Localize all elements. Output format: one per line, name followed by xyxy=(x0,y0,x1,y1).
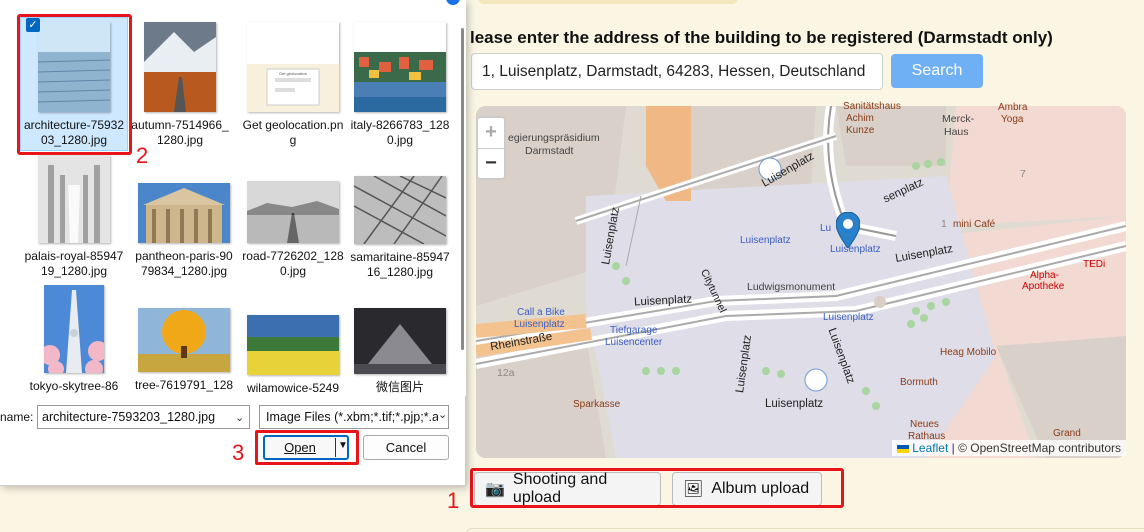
step-number: 3 xyxy=(232,440,245,465)
map-label: Achim xyxy=(846,113,874,124)
file-item[interactable]: tree-7619791_128 xyxy=(132,308,236,393)
file-name: Get geolocation.png xyxy=(242,118,344,147)
map-label: Apotheke xyxy=(1022,281,1065,292)
map-label: Luisenplatz xyxy=(823,312,874,323)
file-name: samaritaine-8594716_1280.jpg xyxy=(350,250,450,279)
map-label: Luisenplatz xyxy=(514,319,565,330)
file-item[interactable]: road-7726202_1280.jpg xyxy=(241,181,345,279)
file-item[interactable]: 微信图片 xyxy=(348,308,452,395)
map-attribution: Leaflet | © OpenStreetMap contributors xyxy=(892,440,1126,456)
map-label: Lu xyxy=(820,223,832,234)
file-name: tokyo-skytree-86 xyxy=(29,379,119,393)
osm-attribution: | © OpenStreetMap contributors xyxy=(951,441,1121,455)
map-label: Haus xyxy=(944,126,969,138)
chevron-down-icon[interactable]: ⌄ xyxy=(438,408,448,421)
highlight-box-upload xyxy=(470,468,844,508)
map-label: Tiefgarage xyxy=(610,325,658,336)
map-label: 12a xyxy=(497,367,515,379)
leaflet-link[interactable]: Leaflet xyxy=(912,441,948,455)
section-divider xyxy=(466,528,1144,532)
file-item[interactable]: wilamowice-5249 xyxy=(241,315,345,396)
vertical-scrollbar[interactable] xyxy=(458,0,466,396)
cancel-button[interactable]: Cancel xyxy=(363,435,449,460)
geolocation-thumbnail: Get geolocation xyxy=(247,64,339,112)
file-item[interactable]: samaritaine-8594716_1280.jpg xyxy=(348,176,452,280)
location-pin-icon[interactable] xyxy=(836,212,860,248)
step-number: 1 xyxy=(447,488,460,513)
address-prompt: lease enter the address of the building … xyxy=(470,28,1053,47)
map-label: Luisencenter xyxy=(605,337,663,348)
map-label: Bormuth xyxy=(900,377,938,388)
map-label: Ludwigsmonument xyxy=(747,281,836,293)
step-number: 2 xyxy=(136,143,149,168)
map-label: Kunze xyxy=(846,125,875,136)
page-header-strip xyxy=(478,0,738,4)
file-name-input[interactable] xyxy=(37,405,250,429)
file-item[interactable]: Get geolocation Get geolocation.png xyxy=(241,22,345,148)
scrollbar-thumb[interactable] xyxy=(461,28,464,350)
zoom-control: + − xyxy=(476,116,506,180)
chevron-down-icon[interactable]: ⌄ xyxy=(235,411,244,424)
map-label: Call a Bike xyxy=(517,307,565,318)
map-label: Ambra xyxy=(998,102,1028,113)
samaritaine-thumbnail xyxy=(354,176,446,244)
palais-royal-thumbnail xyxy=(38,155,110,243)
map-label: Luisenplatz xyxy=(740,235,791,246)
tree-thumbnail xyxy=(138,308,230,372)
file-item[interactable]: palais-royal-8594719_1280.jpg xyxy=(22,155,126,279)
louvre-thumbnail xyxy=(354,308,446,374)
map-label: Darmstadt xyxy=(525,145,574,157)
map-label: Merck- xyxy=(942,113,975,125)
map-label: Sparkasse xyxy=(573,399,621,410)
highlight-box-open xyxy=(255,430,359,465)
map-label: mini Café xyxy=(953,219,996,230)
file-name: wilamowice-5249 xyxy=(246,381,340,395)
map-label: Grand xyxy=(1053,428,1081,439)
file-item[interactable]: tokyo-skytree-86 xyxy=(22,285,126,394)
address-input[interactable] xyxy=(471,53,883,90)
thumbnail-title: Get geolocation xyxy=(279,71,307,76)
file-name: road-7726202_1280.jpg xyxy=(242,249,344,278)
file-name: pantheon-paris-9079834_1280.jpg xyxy=(135,249,233,278)
file-item[interactable]: pantheon-paris-9079834_1280.jpg xyxy=(132,183,236,279)
map-label: TEDi xyxy=(1083,259,1106,270)
map-label: Alpha- xyxy=(1030,270,1059,281)
zoom-out-button[interactable]: − xyxy=(478,149,504,179)
italy-thumbnail xyxy=(354,52,446,112)
file-name-label: name: xyxy=(0,410,34,424)
file-name: tree-7619791_128 xyxy=(134,378,234,392)
file-item[interactable]: autumn-7514966_1280.jpg xyxy=(128,22,232,148)
file-item[interactable]: italy-8266783_1280.jpg xyxy=(348,22,452,148)
autumn-thumbnail xyxy=(144,22,216,112)
map-label: 7 xyxy=(1020,168,1026,180)
ukraine-flag-icon xyxy=(897,444,910,453)
road-thumbnail xyxy=(247,181,339,243)
street-label: Luisenplatz xyxy=(765,398,824,410)
wilamowice-thumbnail xyxy=(247,315,339,375)
map-label: Yoga xyxy=(1001,114,1024,125)
map-label: 1 xyxy=(941,218,947,230)
pantheon-thumbnail xyxy=(138,183,230,243)
file-name: 微信图片 xyxy=(375,380,424,394)
search-button[interactable]: Search xyxy=(891,54,983,88)
map-label: egierungspräsidium xyxy=(508,132,600,144)
tokyo-skytree-thumbnail xyxy=(44,285,104,373)
file-type-select[interactable]: Image Files (*.xbm;*.tif;*.pjp;*.a xyxy=(259,405,449,429)
file-name: palais-royal-8594719_1280.jpg xyxy=(24,249,124,278)
map-label: Sanitätshaus xyxy=(843,101,901,112)
highlight-box-selected-file xyxy=(17,14,132,155)
map-label: Neues xyxy=(910,419,939,430)
zoom-in-button[interactable]: + xyxy=(478,118,504,149)
map-label: Heag Mobilo xyxy=(940,347,997,358)
file-name: italy-8266783_1280.jpg xyxy=(350,118,450,147)
